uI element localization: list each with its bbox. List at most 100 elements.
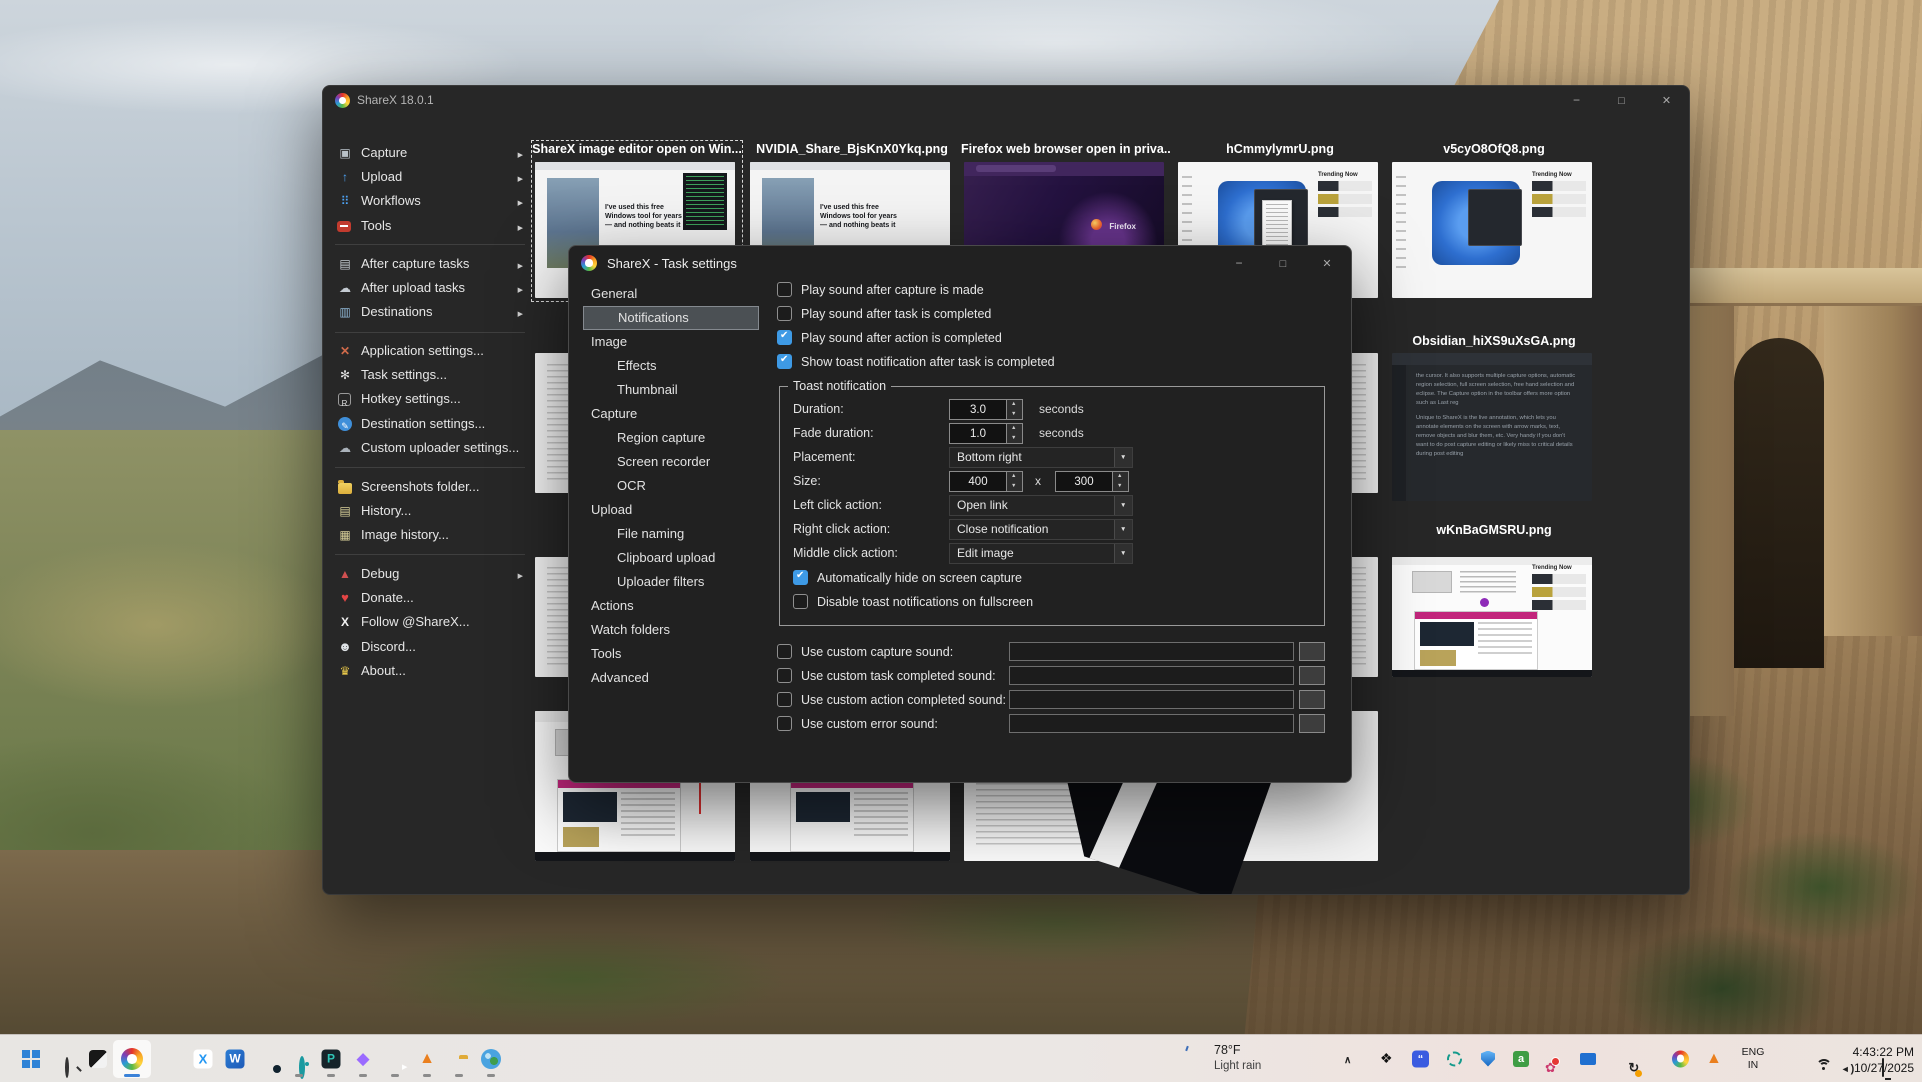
checkbox-custom-error-sound[interactable]	[777, 716, 792, 731]
checkbox-custom-task-sound[interactable]	[777, 668, 792, 683]
start-button[interactable]	[14, 1040, 48, 1078]
settings-nav-region-capture[interactable]: Region capture	[583, 426, 759, 450]
taskbar-spiral-app[interactable]	[282, 1040, 316, 1078]
duration-input[interactable]	[949, 399, 1007, 420]
hidden-icons-chevron[interactable]	[1344, 1050, 1351, 1068]
browse-button[interactable]	[1299, 642, 1325, 661]
size-height-input[interactable]	[1055, 471, 1113, 492]
close-button[interactable]	[1305, 246, 1349, 280]
taskbar-dark-folder-app[interactable]	[153, 1040, 187, 1078]
settings-nav-actions[interactable]: Actions	[583, 594, 759, 618]
settings-nav-upload[interactable]: Upload	[583, 498, 759, 522]
placement-dropdown[interactable]: Bottom right	[949, 447, 1133, 468]
language-indicator[interactable]: ENG IN	[1736, 1046, 1770, 1071]
sync-tray-icon[interactable]	[1628, 1060, 1639, 1075]
left-click-action-dropdown[interactable]: Open link	[949, 495, 1133, 516]
minimize-button[interactable]	[1217, 246, 1261, 280]
taskbar-clock[interactable]: 4:43:22 PM 10/27/2025	[1832, 1044, 1914, 1076]
custom-capture-sound-input[interactable]	[1009, 642, 1294, 661]
settings-nav-file-naming[interactable]: File naming	[583, 522, 759, 546]
settings-nav-capture[interactable]: Capture	[583, 402, 759, 426]
browse-button[interactable]	[1299, 690, 1325, 709]
sidebar-item-tools[interactable]: Tools	[335, 214, 533, 238]
vlc-tray-icon[interactable]: ▲	[1706, 1050, 1722, 1068]
dropbox-tray-icon[interactable]	[1380, 1050, 1393, 1068]
size-width-input[interactable]	[949, 471, 1007, 492]
sidebar-item-image-history[interactable]: Image history...	[335, 523, 533, 547]
taskbar-edge[interactable]	[250, 1040, 284, 1078]
taskbar-p-app[interactable]: P	[314, 1040, 348, 1078]
monitor-app-tray-icon[interactable]	[1580, 1053, 1596, 1065]
ring-app-tray-icon[interactable]	[1447, 1051, 1462, 1066]
taskbar-file-explorer[interactable]	[442, 1040, 476, 1078]
dropdown-arrow-icon[interactable]	[1114, 520, 1132, 539]
settings-nav-watch-folders[interactable]: Watch folders	[583, 618, 759, 642]
browse-button[interactable]	[1299, 714, 1325, 733]
sidebar-item-destinations[interactable]: Destinations	[335, 300, 533, 324]
settings-nav-advanced[interactable]: Advanced	[583, 666, 759, 690]
quote-app-tray-icon[interactable]: “	[1412, 1050, 1429, 1067]
minimize-button[interactable]	[1554, 86, 1599, 114]
settings-nav-tools[interactable]: Tools	[583, 642, 759, 666]
sidebar-item-task-settings[interactable]: Task settings...	[335, 363, 533, 387]
taskbar-earth-app[interactable]	[474, 1040, 508, 1078]
sidebar-item-capture[interactable]: Capture	[335, 141, 533, 165]
spinner-buttons[interactable]	[1007, 399, 1023, 420]
checkbox-play-sound-capture[interactable]	[777, 282, 792, 297]
checkbox-play-sound-action[interactable]	[777, 330, 792, 345]
sidebar-item-donate[interactable]: Donate...	[335, 586, 533, 610]
sharex-tray-icon[interactable]	[1672, 1050, 1689, 1067]
taskbar-word[interactable]: W	[218, 1040, 252, 1078]
taskbar-obsidian[interactable]: ◆	[346, 1040, 380, 1078]
spinner-buttons[interactable]	[1007, 471, 1023, 492]
defender-shield-tray-icon[interactable]	[1481, 1051, 1495, 1067]
sidebar-item-application-settings[interactable]: Application settings...	[335, 339, 533, 363]
sidebar-item-discord[interactable]: Discord...	[335, 635, 533, 659]
settings-nav-uploader-filters[interactable]: Uploader filters	[583, 570, 759, 594]
custom-action-sound-input[interactable]	[1009, 690, 1294, 709]
right-click-action-dropdown[interactable]: Close notification	[949, 519, 1133, 540]
settings-nav-screen-recorder[interactable]: Screen recorder	[583, 450, 759, 474]
dropdown-arrow-icon[interactable]	[1114, 496, 1132, 515]
checkbox-disable-toast-fullscreen[interactable]	[793, 594, 808, 609]
custom-error-sound-input[interactable]	[1009, 714, 1294, 733]
taskbar-sharex[interactable]	[113, 1040, 151, 1078]
middle-click-action-dropdown[interactable]: Edit image	[949, 543, 1133, 564]
sidebar-item-workflows[interactable]: Workflows	[335, 189, 533, 213]
custom-task-sound-input[interactable]	[1009, 666, 1294, 685]
sidebar-item-screenshots-folder[interactable]: Screenshots folder...	[335, 475, 533, 499]
checkbox-show-toast[interactable]	[777, 354, 792, 369]
checkbox-auto-hide-on-capture[interactable]	[793, 570, 808, 585]
sidebar-item-follow-sharex[interactable]: Follow @ShareX...	[335, 610, 533, 634]
dropdown-arrow-icon[interactable]	[1114, 448, 1132, 467]
close-button[interactable]	[1644, 86, 1689, 114]
sidebar-item-history[interactable]: History...	[335, 499, 533, 523]
taskbar-youtube-music[interactable]	[378, 1040, 412, 1078]
sidebar-item-after-capture-tasks[interactable]: After capture tasks	[335, 252, 533, 276]
maximize-button[interactable]	[1261, 246, 1305, 280]
settings-nav-clipboard-upload[interactable]: Clipboard upload	[583, 546, 759, 570]
settings-nav-effects[interactable]: Effects	[583, 354, 759, 378]
dropdown-arrow-icon[interactable]	[1114, 544, 1132, 563]
flower-app-tray-icon[interactable]	[1545, 1060, 1556, 1075]
weather-widget[interactable]: 78°F Light rain	[1176, 1039, 1306, 1079]
fade-duration-input[interactable]	[949, 423, 1007, 444]
spinner-buttons[interactable]	[1007, 423, 1023, 444]
checkbox-play-sound-task[interactable]	[777, 306, 792, 321]
sidebar-item-debug[interactable]: Debug	[335, 562, 533, 586]
taskbar-x-app[interactable]: X	[186, 1040, 220, 1078]
sidebar-item-about[interactable]: About...	[335, 659, 533, 683]
settings-nav-general[interactable]: General	[583, 282, 759, 306]
browse-button[interactable]	[1299, 666, 1325, 685]
spinner-buttons[interactable]	[1113, 471, 1129, 492]
maximize-button[interactable]	[1599, 86, 1644, 114]
sidebar-item-destination-settings[interactable]: Destination settings...	[335, 412, 533, 436]
sidebar-item-after-upload-tasks[interactable]: After upload tasks	[335, 276, 533, 300]
checkbox-custom-capture-sound[interactable]	[777, 644, 792, 659]
taskbar-contrast-app[interactable]	[81, 1040, 115, 1078]
taskbar-search[interactable]	[48, 1040, 82, 1078]
sidebar-item-custom-uploader-settings[interactable]: Custom uploader settings...	[335, 436, 533, 460]
settings-nav-ocr[interactable]: OCR	[583, 474, 759, 498]
settings-nav-thumbnail[interactable]: Thumbnail	[583, 378, 759, 402]
sidebar-item-hotkey-settings[interactable]: Hotkey settings...	[335, 387, 533, 411]
